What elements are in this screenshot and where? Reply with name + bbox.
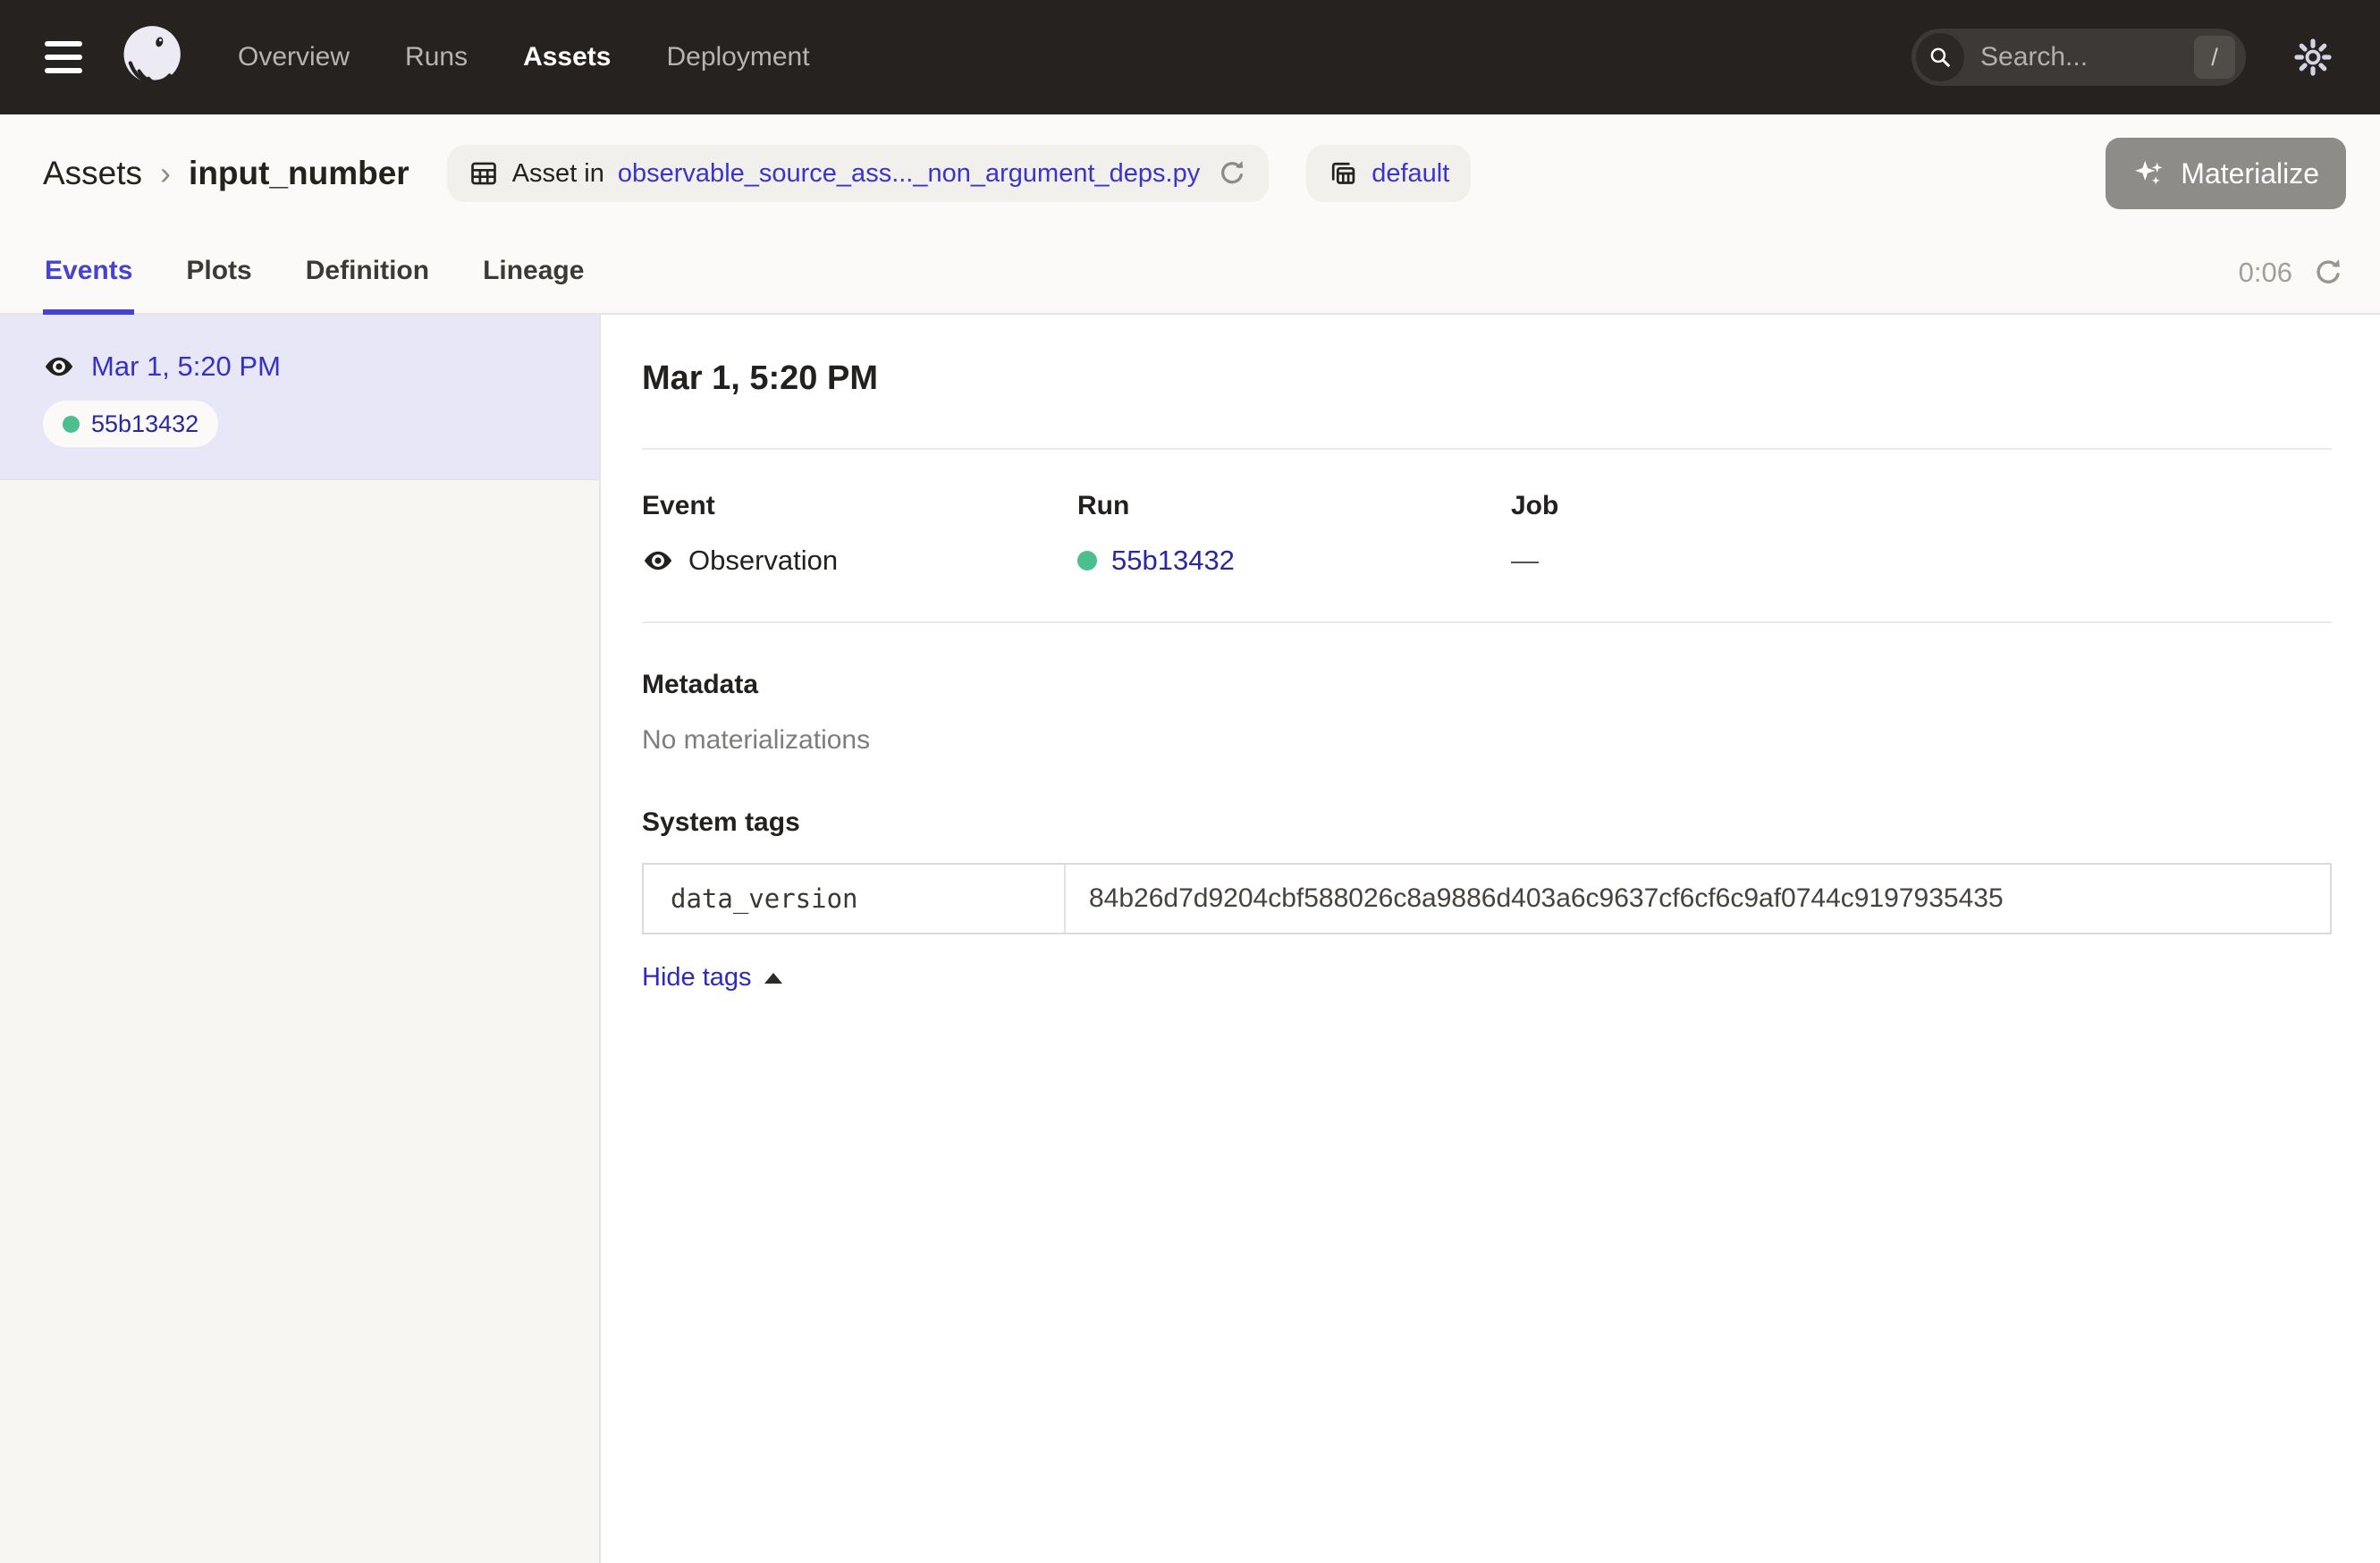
tab-definition[interactable]: Definition <box>304 232 431 315</box>
table-row: data_version 84b26d7d9204cbf588026c8a988… <box>644 865 2330 933</box>
search-input[interactable] <box>1980 42 2159 72</box>
tab-plots[interactable]: Plots <box>184 232 253 315</box>
run-id-label: 55b13432 <box>91 410 198 438</box>
auto-refresh-control: 0:06 <box>2239 232 2344 313</box>
event-column-label: Event <box>642 491 1077 521</box>
caret-up-icon <box>764 973 782 984</box>
breadcrumb-separator: › <box>160 155 171 192</box>
event-detail-panel: Mar 1, 5:20 PM Event Observation Run <box>601 315 2380 1563</box>
observation-eye-icon <box>642 545 674 577</box>
tab-events[interactable]: Events <box>43 232 134 315</box>
system-tags-heading: System tags <box>642 807 2332 838</box>
nav-item-runs[interactable]: Runs <box>405 42 468 72</box>
divider <box>642 448 2332 450</box>
tab-lineage[interactable]: Lineage <box>481 232 586 315</box>
divider <box>642 621 2332 623</box>
table-grid-icon <box>468 158 499 189</box>
asset-chip-prefix: Asset in <box>512 159 604 189</box>
breadcrumb-assets-link[interactable]: Assets <box>43 155 142 192</box>
tag-key-cell: data_version <box>644 865 1066 933</box>
dagster-logo-icon[interactable] <box>118 22 188 92</box>
materialize-label: Materialize <box>2181 157 2319 190</box>
system-tags-table: data_version 84b26d7d9204cbf588026c8a988… <box>642 863 2332 934</box>
run-column: Run 55b13432 <box>1077 491 1511 577</box>
search-icon <box>1916 33 1964 81</box>
metadata-heading: Metadata <box>642 670 2332 700</box>
search-box[interactable]: / <box>1912 29 2246 86</box>
primary-nav: Overview Runs Assets Deployment <box>238 42 810 72</box>
observation-eye-icon <box>43 351 75 383</box>
refresh-icon[interactable] <box>2312 257 2344 289</box>
materialize-button[interactable]: Materialize <box>2106 138 2346 209</box>
event-timestamp-link[interactable]: Mar 1, 5:20 PM <box>91 351 281 383</box>
sparkle-icon <box>2132 156 2166 190</box>
top-nav: Overview Runs Assets Deployment / <box>0 0 2380 114</box>
tag-value-cell: 84b26d7d9204cbf588026c8a9886d403a6c9637c… <box>1066 865 2330 933</box>
repo-default-link[interactable]: default <box>1371 159 1449 189</box>
run-status-dot <box>1077 551 1097 570</box>
reload-definitions-icon[interactable] <box>1217 158 1247 189</box>
nav-item-overview[interactable]: Overview <box>238 42 350 72</box>
event-list-item-selected[interactable]: Mar 1, 5:20 PM 55b13432 <box>0 315 599 480</box>
nav-item-deployment[interactable]: Deployment <box>666 42 809 72</box>
nav-item-assets[interactable]: Assets <box>523 42 611 72</box>
job-column-label: Job <box>1511 491 2332 521</box>
refresh-countdown: 0:06 <box>2239 257 2292 289</box>
job-empty-value: — <box>1511 545 1539 577</box>
breadcrumb-asset-name: input_number <box>189 155 409 192</box>
hide-tags-label: Hide tags <box>642 963 752 993</box>
code-location-icon <box>1328 158 1358 189</box>
run-id-chip[interactable]: 55b13432 <box>43 401 218 447</box>
asset-tabs-row: Events Plots Definition Lineage 0:06 <box>0 232 2380 315</box>
asset-source-file-link[interactable]: observable_source_ass..._non_argument_de… <box>618 159 1200 189</box>
settings-gear-icon[interactable] <box>2292 37 2334 78</box>
event-column: Event Observation <box>642 491 1077 577</box>
event-detail-title: Mar 1, 5:20 PM <box>642 359 2332 398</box>
event-type-value: Observation <box>688 545 838 577</box>
asset-header: Assets › input_number Asset in observabl… <box>0 114 2380 232</box>
job-column: Job — <box>1511 491 2332 577</box>
search-shortcut-key: / <box>2194 36 2235 79</box>
metadata-empty-text: No materializations <box>642 725 2332 756</box>
hide-tags-toggle[interactable]: Hide tags <box>642 963 782 993</box>
hamburger-menu-icon[interactable] <box>39 36 88 79</box>
run-column-label: Run <box>1077 491 1511 521</box>
run-id-link[interactable]: 55b13432 <box>1111 545 1235 577</box>
repo-location-chip: default <box>1306 145 1471 202</box>
asset-definition-chip: Asset in observable_source_ass..._non_ar… <box>447 145 1270 202</box>
event-list-sidebar: Mar 1, 5:20 PM 55b13432 <box>0 315 601 1563</box>
run-status-dot <box>63 416 80 433</box>
